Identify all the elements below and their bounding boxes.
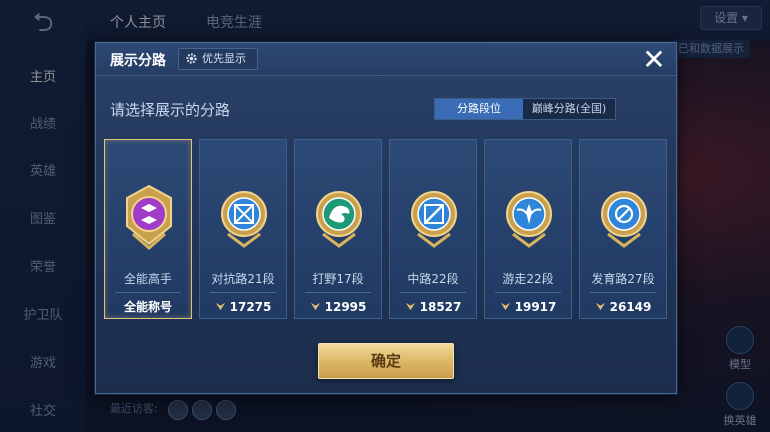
lane-card-farm-lane[interactable]: 发育路27段 26149 bbox=[579, 139, 667, 319]
lane-card-score: 17275 bbox=[200, 297, 286, 317]
jungle-emblem-icon bbox=[316, 191, 362, 248]
lane-card-score: 18527 bbox=[390, 297, 476, 317]
close-icon[interactable]: ✕ bbox=[639, 45, 669, 75]
lane-card-name: 全能高手 bbox=[123, 272, 172, 286]
card-divider bbox=[590, 292, 656, 293]
lane-card-name: 中路22段 bbox=[407, 272, 459, 286]
confirm-button[interactable]: 确定 bbox=[318, 343, 454, 379]
lane-card-jungle[interactable]: 打野17段 12995 bbox=[294, 139, 382, 319]
priority-display-button[interactable]: 优先显示 bbox=[178, 48, 258, 70]
lane-card-score-value: 12995 bbox=[324, 300, 367, 314]
card-divider bbox=[115, 292, 181, 293]
lane-card-name: 打野17段 bbox=[312, 272, 364, 286]
lane-card-clash-lane[interactable]: 对抗路21段 17275 bbox=[199, 139, 287, 319]
lane-card-title-badge: 全能称号 bbox=[123, 300, 172, 314]
lane-card-roam[interactable]: 游走22段 19917 bbox=[484, 139, 572, 319]
dialog-header: 展示分路 优先显示 ✕ bbox=[96, 43, 676, 76]
lane-card-name: 对抗路21段 bbox=[211, 272, 275, 286]
score-icon bbox=[595, 302, 605, 311]
all-round-emblem-icon bbox=[126, 184, 172, 250]
score-icon bbox=[215, 302, 225, 311]
card-divider bbox=[305, 292, 371, 293]
lane-card-mid-lane[interactable]: 中路22段 18527 bbox=[389, 139, 477, 319]
lane-card-score: 19917 bbox=[485, 297, 571, 317]
lane-card-score-value: 26149 bbox=[609, 300, 652, 314]
lane-card-score-value: 19917 bbox=[514, 300, 557, 314]
roam-emblem-icon bbox=[506, 191, 552, 248]
lane-card-score: 26149 bbox=[580, 297, 666, 317]
tab-lane-rank[interactable]: 分路段位 bbox=[435, 99, 523, 119]
card-divider bbox=[495, 292, 561, 293]
farm-lane-emblem-icon bbox=[601, 191, 647, 248]
clash-lane-emblem-icon bbox=[221, 191, 267, 248]
lane-card-all-round[interactable]: 全能高手 全能称号 bbox=[104, 139, 192, 319]
score-icon bbox=[500, 302, 510, 311]
card-divider bbox=[210, 292, 276, 293]
lane-card-score: 12995 bbox=[295, 297, 381, 317]
card-divider bbox=[400, 292, 466, 293]
lane-tab-group: 分路段位 巅峰分路(全国) bbox=[434, 98, 616, 120]
mid-lane-emblem-icon bbox=[411, 191, 457, 248]
score-icon bbox=[405, 302, 415, 311]
display-lane-dialog: 展示分路 优先显示 ✕ 请选择展示的分路 分路段位 巅峰分路(全国) 全能高手 … bbox=[95, 42, 677, 394]
priority-display-label: 优先显示 bbox=[202, 52, 246, 65]
score-icon bbox=[310, 302, 320, 311]
lane-card-score-value: 17275 bbox=[229, 300, 272, 314]
tab-peak-lane-national[interactable]: 巅峰分路(全国) bbox=[523, 99, 615, 119]
gear-icon bbox=[186, 53, 197, 64]
lane-card-score-value: 18527 bbox=[419, 300, 462, 314]
dialog-title: 展示分路 bbox=[110, 53, 166, 69]
dialog-subtitle: 请选择展示的分路 bbox=[110, 101, 231, 119]
lane-card-name: 游走22段 bbox=[502, 272, 554, 286]
lane-card-name: 发育路27段 bbox=[591, 272, 655, 286]
